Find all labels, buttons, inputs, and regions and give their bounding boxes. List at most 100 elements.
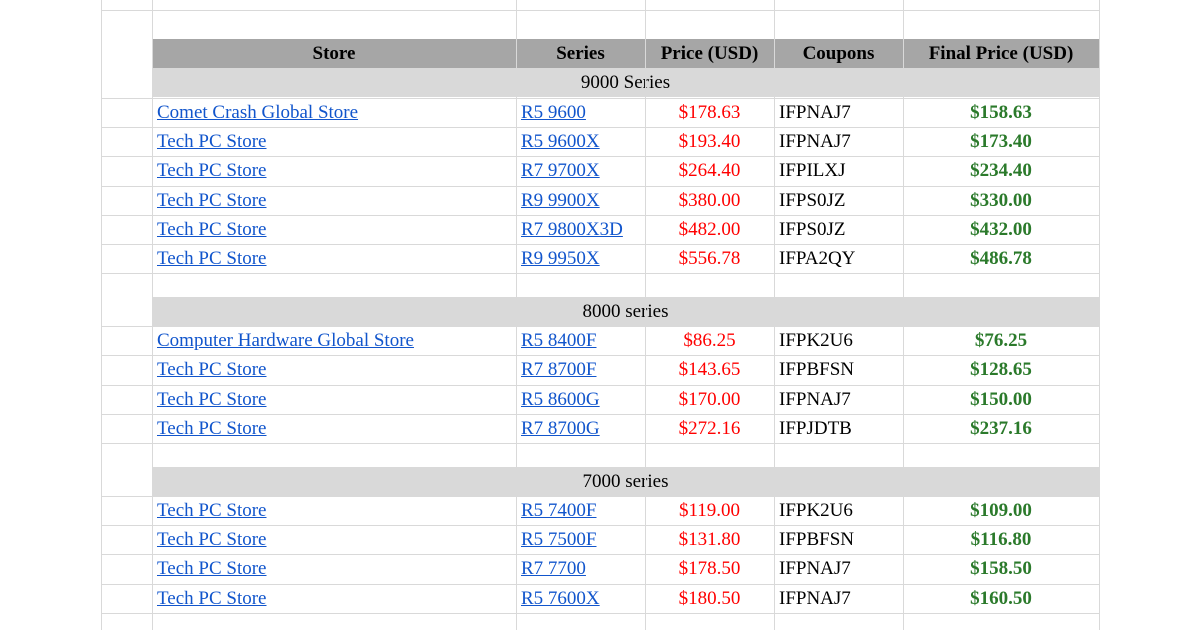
- coupon-code[interactable]: IFPNAJ7: [774, 554, 903, 583]
- table-cell-store[interactable]: Tech PC Store: [152, 215, 516, 244]
- table-cell-store[interactable]: Tech PC Store: [152, 244, 516, 273]
- store-link[interactable]: Tech PC Store: [157, 500, 267, 521]
- coupon-code[interactable]: IFPBFSN: [774, 525, 903, 554]
- final-price-value[interactable]: $330.00: [903, 186, 1099, 215]
- coupon-code[interactable]: IFPK2U6: [774, 496, 903, 525]
- coupon-code[interactable]: IFPILXJ: [774, 156, 903, 185]
- table-cell-series[interactable]: R5 7400F: [516, 496, 645, 525]
- final-price-value[interactable]: $158.50: [903, 554, 1099, 583]
- table-cell-series[interactable]: R7 7700: [516, 554, 645, 583]
- series-link[interactable]: R5 9600X: [521, 131, 600, 152]
- header-coupons[interactable]: Coupons: [774, 39, 903, 68]
- table-cell-series[interactable]: R7 9800X3D: [516, 215, 645, 244]
- table-cell-series[interactable]: R5 8400F: [516, 326, 645, 355]
- table-cell-store[interactable]: Tech PC Store: [152, 355, 516, 384]
- price-value[interactable]: $180.50: [645, 584, 774, 613]
- final-price-value[interactable]: $173.40: [903, 127, 1099, 156]
- table-cell-store[interactable]: Tech PC Store: [152, 554, 516, 583]
- coupon-code[interactable]: IFPNAJ7: [774, 385, 903, 414]
- coupon-code[interactable]: IFPS0JZ: [774, 215, 903, 244]
- table-cell-series[interactable]: R5 9600: [516, 98, 645, 127]
- coupon-code[interactable]: IFPNAJ7: [774, 584, 903, 613]
- price-value[interactable]: $264.40: [645, 156, 774, 185]
- coupon-code[interactable]: IFPJDTB: [774, 414, 903, 443]
- section-title[interactable]: 9000 Series: [152, 68, 1099, 97]
- final-price-value[interactable]: $116.80: [903, 525, 1099, 554]
- series-link[interactable]: R5 9600: [521, 102, 586, 123]
- price-value[interactable]: $272.16: [645, 414, 774, 443]
- final-price-value[interactable]: $76.25: [903, 326, 1099, 355]
- store-link[interactable]: Tech PC Store: [157, 529, 267, 550]
- table-cell-series[interactable]: R7 8700G: [516, 414, 645, 443]
- table-cell-series[interactable]: R5 8600G: [516, 385, 645, 414]
- series-link[interactable]: R5 8600G: [521, 389, 600, 410]
- table-cell-store[interactable]: Tech PC Store: [152, 414, 516, 443]
- table-cell-store[interactable]: Tech PC Store: [152, 156, 516, 185]
- table-cell-store[interactable]: Comet Crash Global Store: [152, 98, 516, 127]
- price-value[interactable]: $143.65: [645, 355, 774, 384]
- store-link[interactable]: Tech PC Store: [157, 558, 267, 579]
- final-price-value[interactable]: $486.78: [903, 244, 1099, 273]
- table-cell-series[interactable]: R9 9900X: [516, 186, 645, 215]
- final-price-value[interactable]: $128.65: [903, 355, 1099, 384]
- coupon-code[interactable]: IFPS0JZ: [774, 186, 903, 215]
- series-link[interactable]: R9 9950X: [521, 248, 600, 269]
- price-value[interactable]: $193.40: [645, 127, 774, 156]
- store-link[interactable]: Tech PC Store: [157, 219, 267, 240]
- series-link[interactable]: R7 8700F: [521, 359, 597, 380]
- store-link[interactable]: Tech PC Store: [157, 248, 267, 269]
- series-link[interactable]: R5 8400F: [521, 330, 597, 351]
- header-final-price[interactable]: Final Price (USD): [903, 39, 1099, 68]
- series-link[interactable]: R5 7400F: [521, 500, 597, 521]
- series-link[interactable]: R7 9800X3D: [521, 219, 623, 240]
- store-link[interactable]: Tech PC Store: [157, 190, 267, 211]
- price-value[interactable]: $556.78: [645, 244, 774, 273]
- table-cell-store[interactable]: Tech PC Store: [152, 127, 516, 156]
- header-price[interactable]: Price (USD): [645, 39, 774, 68]
- price-value[interactable]: $86.25: [645, 326, 774, 355]
- section-title[interactable]: 7000 series: [152, 467, 1099, 496]
- store-link[interactable]: Computer Hardware Global Store: [157, 330, 414, 351]
- price-value[interactable]: $178.63: [645, 98, 774, 127]
- store-link[interactable]: Tech PC Store: [157, 359, 267, 380]
- table-cell-store[interactable]: Computer Hardware Global Store: [152, 326, 516, 355]
- series-link[interactable]: R5 7500F: [521, 529, 597, 550]
- table-cell-store[interactable]: Tech PC Store: [152, 584, 516, 613]
- table-cell-series[interactable]: R5 9600X: [516, 127, 645, 156]
- header-store[interactable]: Store: [152, 39, 516, 68]
- table-cell-series[interactable]: R5 7600X: [516, 584, 645, 613]
- price-value[interactable]: $380.00: [645, 186, 774, 215]
- final-price-value[interactable]: $237.16: [903, 414, 1099, 443]
- series-link[interactable]: R9 9900X: [521, 190, 600, 211]
- price-value[interactable]: $178.50: [645, 554, 774, 583]
- table-cell-series[interactable]: R9 9950X: [516, 244, 645, 273]
- price-value[interactable]: $170.00: [645, 385, 774, 414]
- store-link[interactable]: Tech PC Store: [157, 418, 267, 439]
- coupon-code[interactable]: IFPNAJ7: [774, 98, 903, 127]
- store-link[interactable]: Tech PC Store: [157, 389, 267, 410]
- header-series[interactable]: Series: [516, 39, 645, 68]
- series-link[interactable]: R7 9700X: [521, 160, 600, 181]
- final-price-value[interactable]: $150.00: [903, 385, 1099, 414]
- final-price-value[interactable]: $160.50: [903, 584, 1099, 613]
- price-value[interactable]: $131.80: [645, 525, 774, 554]
- section-title[interactable]: 8000 series: [152, 297, 1099, 326]
- table-cell-series[interactable]: R7 9700X: [516, 156, 645, 185]
- price-value[interactable]: $482.00: [645, 215, 774, 244]
- table-cell-store[interactable]: Tech PC Store: [152, 525, 516, 554]
- table-cell-series[interactable]: R5 7500F: [516, 525, 645, 554]
- final-price-value[interactable]: $158.63: [903, 98, 1099, 127]
- series-link[interactable]: R5 7600X: [521, 588, 600, 609]
- coupon-code[interactable]: IFPBFSN: [774, 355, 903, 384]
- table-cell-store[interactable]: Tech PC Store: [152, 385, 516, 414]
- coupon-code[interactable]: IFPNAJ7: [774, 127, 903, 156]
- table-cell-series[interactable]: R7 8700F: [516, 355, 645, 384]
- final-price-value[interactable]: $234.40: [903, 156, 1099, 185]
- coupon-code[interactable]: IFPK2U6: [774, 326, 903, 355]
- store-link[interactable]: Comet Crash Global Store: [157, 102, 358, 123]
- final-price-value[interactable]: $432.00: [903, 215, 1099, 244]
- table-cell-store[interactable]: Tech PC Store: [152, 496, 516, 525]
- series-link[interactable]: R7 7700: [521, 558, 586, 579]
- table-cell-store[interactable]: Tech PC Store: [152, 186, 516, 215]
- final-price-value[interactable]: $109.00: [903, 496, 1099, 525]
